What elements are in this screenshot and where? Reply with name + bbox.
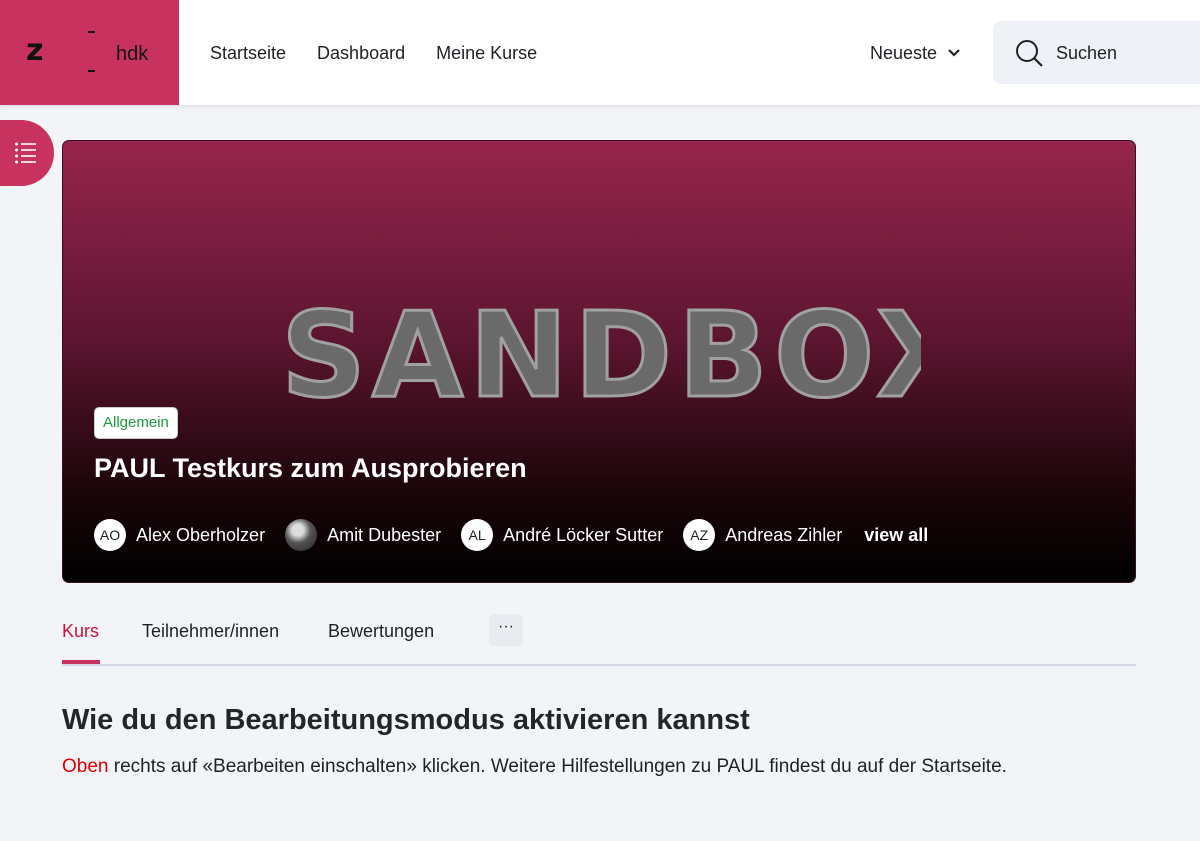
description-text: rechts auf «Bearbeiten einschalten» klic… bbox=[108, 756, 1007, 777]
nav-startseite[interactable]: Startseite bbox=[210, 42, 286, 64]
course-header: SANDBOX Allgemein PAUL Testkurs zum Ausp… bbox=[62, 140, 1136, 583]
list-icon bbox=[15, 142, 36, 164]
participant-name: Andreas Zihler bbox=[725, 525, 843, 545]
tab-bewertungen[interactable]: Bewertungen bbox=[328, 620, 434, 642]
language-menu[interactable]: Neueste bbox=[870, 42, 961, 64]
tab-teilnehmer[interactable]: Teilnehmer/innen bbox=[142, 620, 279, 642]
active-tab-indicator bbox=[62, 660, 100, 664]
more-tabs-button[interactable]: ··· bbox=[489, 614, 523, 646]
logo-letter: z bbox=[26, 33, 44, 68]
language-label: Neueste bbox=[870, 43, 938, 63]
category-badge[interactable]: Allgemein bbox=[94, 407, 178, 439]
course-index-toggle[interactable] bbox=[0, 120, 54, 186]
avatar: AO bbox=[94, 519, 126, 551]
tab-kurs[interactable]: Kurs bbox=[62, 620, 99, 642]
course-tabs: Kurs Teilnehmer/innen Bewertungen ··· bbox=[62, 608, 1136, 666]
banner-text: SANDBOX bbox=[281, 291, 921, 406]
participant-item[interactable]: Amit Dubester bbox=[285, 519, 441, 551]
logo-dash-top bbox=[88, 31, 95, 33]
search-icon bbox=[1016, 40, 1043, 67]
participant-name: Amit Dubester bbox=[327, 525, 442, 545]
section-description: Oben rechts auf «Bearbeiten einschalten»… bbox=[62, 755, 1007, 779]
top-navbar: z hdk Startseite Dashboard Meine Kurse N… bbox=[0, 0, 1200, 105]
chevron-down-icon bbox=[948, 49, 960, 57]
logo-name: hdk bbox=[116, 43, 149, 65]
search-button[interactable]: Suchen bbox=[993, 21, 1200, 84]
view-all-link[interactable]: view all bbox=[864, 525, 928, 546]
section-heading: Wie du den Bearbeitungsmodus aktivieren … bbox=[62, 704, 750, 736]
site-logo[interactable]: z hdk bbox=[0, 0, 179, 105]
course-title: PAUL Testkurs zum Ausprobieren bbox=[94, 453, 527, 483]
highlighted-word: Oben bbox=[62, 756, 109, 777]
avatar bbox=[285, 519, 318, 551]
participant-item[interactable]: AO Alex Oberholzer bbox=[94, 519, 265, 551]
avatar: AL bbox=[461, 519, 494, 551]
nav-dashboard[interactable]: Dashboard bbox=[317, 42, 405, 64]
nav-meine-kurse[interactable]: Meine Kurse bbox=[436, 42, 537, 64]
course-banner-image: SANDBOX bbox=[281, 291, 921, 406]
participant-name: Alex Oberholzer bbox=[136, 525, 266, 545]
participant-name: André Löcker Sutter bbox=[503, 525, 664, 545]
logo-dash-bottom bbox=[88, 70, 95, 72]
participant-item[interactable]: AL André Löcker Sutter bbox=[461, 519, 663, 551]
participants-list: AO Alex Oberholzer Amit Dubester AL Andr… bbox=[94, 519, 928, 551]
participant-item[interactable]: AZ Andreas Zihler bbox=[683, 519, 842, 551]
primary-navigation: Startseite Dashboard Meine Kurse bbox=[210, 42, 537, 64]
search-label: Suchen bbox=[1056, 43, 1118, 63]
avatar: AZ bbox=[683, 519, 716, 551]
